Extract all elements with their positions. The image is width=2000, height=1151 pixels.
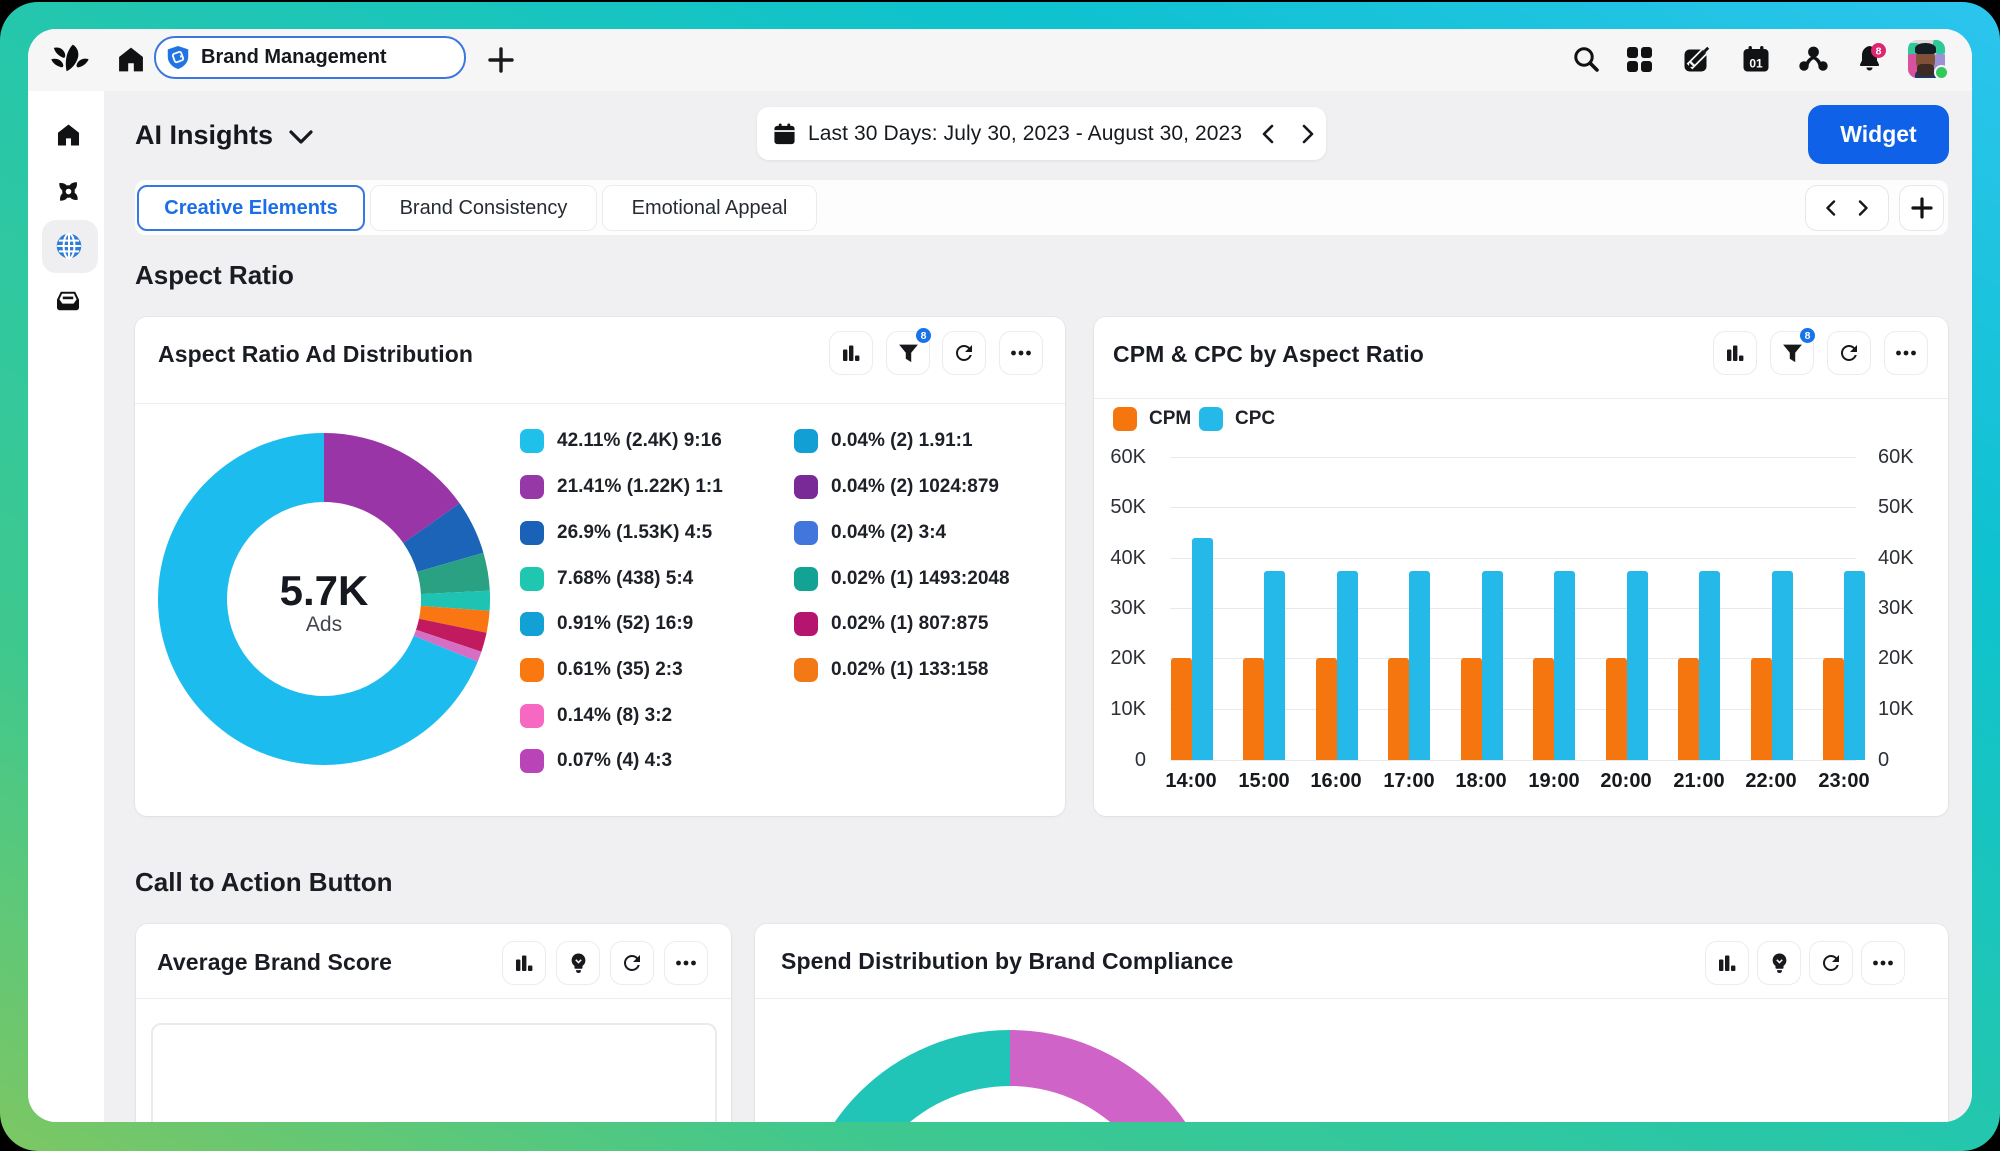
svg-text:8: 8 (1876, 45, 1882, 57)
svg-text:01: 01 (1749, 57, 1763, 71)
